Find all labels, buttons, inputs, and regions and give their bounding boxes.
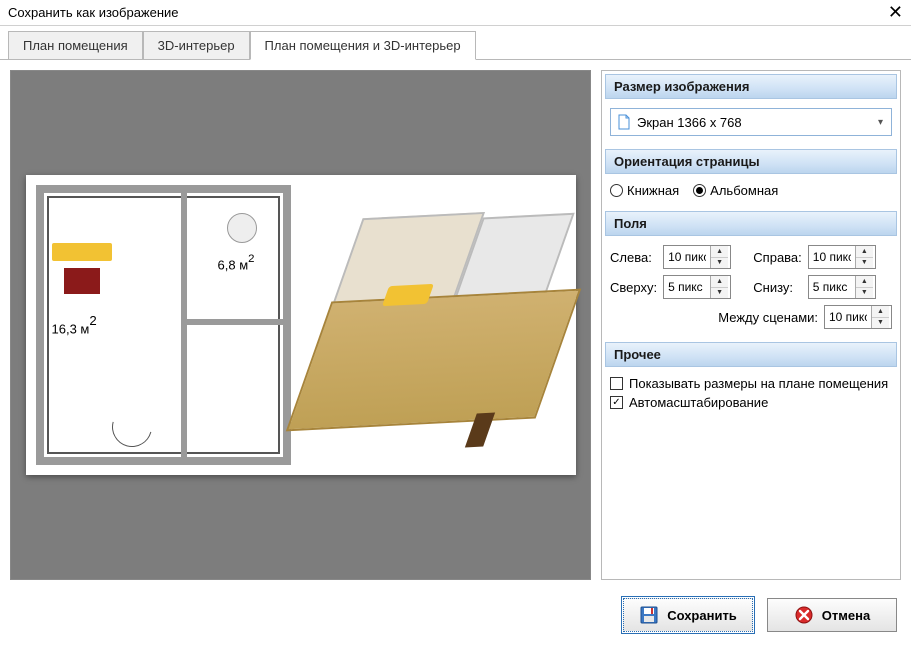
cancel-button-label: Отмена [822, 608, 870, 623]
area-label-2: 6,8 м [218, 257, 249, 272]
floorplan-2d: 16,3 м2 6,8 м2 [26, 175, 301, 475]
section-header-orientation: Ориентация страницы [605, 149, 897, 174]
tab-strip: План помещения 3D-интерьер План помещени… [0, 26, 911, 60]
margin-between-input[interactable] [825, 306, 871, 328]
save-icon [639, 605, 659, 625]
margin-top-input[interactable] [664, 276, 710, 298]
cancel-icon [794, 605, 814, 625]
close-icon[interactable]: ✕ [888, 2, 903, 23]
save-button-label: Сохранить [667, 608, 737, 623]
radio-icon [610, 184, 623, 197]
document-icon [617, 114, 631, 130]
tab-label: План помещения [23, 38, 128, 53]
step-down-icon[interactable]: ▼ [856, 258, 873, 269]
save-button[interactable]: Сохранить [623, 598, 753, 632]
preview-sheet: 16,3 м2 6,8 м2 [26, 175, 576, 475]
margin-left-label: Слева: [610, 250, 657, 265]
step-down-icon[interactable]: ▼ [872, 318, 889, 329]
area-unit-sup: 2 [89, 313, 96, 328]
autoscale-checkbox[interactable]: ✓ Автомасштабирование [610, 395, 892, 410]
step-down-icon[interactable]: ▼ [711, 258, 728, 269]
area-label-1: 16,3 м [52, 321, 90, 336]
step-up-icon[interactable]: ▲ [856, 246, 873, 258]
margin-top-label: Сверху: [610, 280, 657, 295]
floorplan-3d [301, 175, 576, 475]
step-up-icon[interactable]: ▲ [711, 246, 728, 258]
section-header-margins: Поля [605, 211, 897, 236]
radio-icon [693, 184, 706, 197]
tab-floorplan-and-3d[interactable]: План помещения и 3D-интерьер [250, 31, 476, 60]
preview-pane: 16,3 м2 6,8 м2 [10, 70, 591, 580]
orientation-portrait-label: Книжная [627, 183, 679, 198]
show-dimensions-label: Показывать размеры на плане помещения [629, 376, 888, 391]
section-header-other: Прочее [605, 342, 897, 367]
orientation-landscape-label: Альбомная [710, 183, 778, 198]
orientation-portrait-radio[interactable]: Книжная [610, 183, 679, 198]
margin-right-input[interactable] [809, 246, 855, 268]
step-up-icon[interactable]: ▲ [856, 276, 873, 288]
settings-pane: Размер изображения Экран 1366 x 768 ▾ Ор… [601, 70, 901, 580]
margin-top-stepper[interactable]: ▲▼ [663, 275, 731, 299]
image-size-dropdown[interactable]: Экран 1366 x 768 ▾ [610, 108, 892, 136]
step-up-icon[interactable]: ▲ [711, 276, 728, 288]
tab-label: 3D-интерьер [158, 38, 235, 53]
chevron-down-icon: ▾ [878, 117, 883, 128]
checkbox-icon: ✓ [610, 396, 623, 409]
step-down-icon[interactable]: ▼ [711, 288, 728, 299]
margin-between-label: Между сценами: [718, 310, 818, 325]
cancel-button[interactable]: Отмена [767, 598, 897, 632]
tab-label: План помещения и 3D-интерьер [265, 38, 461, 53]
section-header-image-size: Размер изображения [605, 74, 897, 99]
tab-3d-interior[interactable]: 3D-интерьер [143, 31, 250, 60]
orientation-landscape-radio[interactable]: Альбомная [693, 183, 778, 198]
autoscale-label: Автомасштабирование [629, 395, 768, 410]
window-title: Сохранить как изображение [8, 5, 179, 20]
margin-bottom-stepper[interactable]: ▲▼ [808, 275, 876, 299]
content-area: 16,3 м2 6,8 м2 Размер изоб [0, 60, 911, 590]
margin-bottom-input[interactable] [809, 276, 855, 298]
margin-right-stepper[interactable]: ▲▼ [808, 245, 876, 269]
image-size-value: Экран 1366 x 768 [637, 115, 742, 130]
margin-left-input[interactable] [664, 246, 710, 268]
title-bar: Сохранить как изображение ✕ [0, 0, 911, 26]
footer: Сохранить Отмена [0, 590, 911, 632]
show-dimensions-checkbox[interactable]: Показывать размеры на плане помещения [610, 376, 892, 391]
margin-left-stepper[interactable]: ▲▼ [663, 245, 731, 269]
margin-between-stepper[interactable]: ▲▼ [824, 305, 892, 329]
area-unit-sup-2: 2 [248, 253, 254, 265]
margin-right-label: Справа: [753, 250, 802, 265]
step-up-icon[interactable]: ▲ [872, 306, 889, 318]
checkbox-icon [610, 377, 623, 390]
step-down-icon[interactable]: ▼ [856, 288, 873, 299]
tab-floorplan[interactable]: План помещения [8, 31, 143, 60]
margin-bottom-label: Снизу: [753, 280, 802, 295]
